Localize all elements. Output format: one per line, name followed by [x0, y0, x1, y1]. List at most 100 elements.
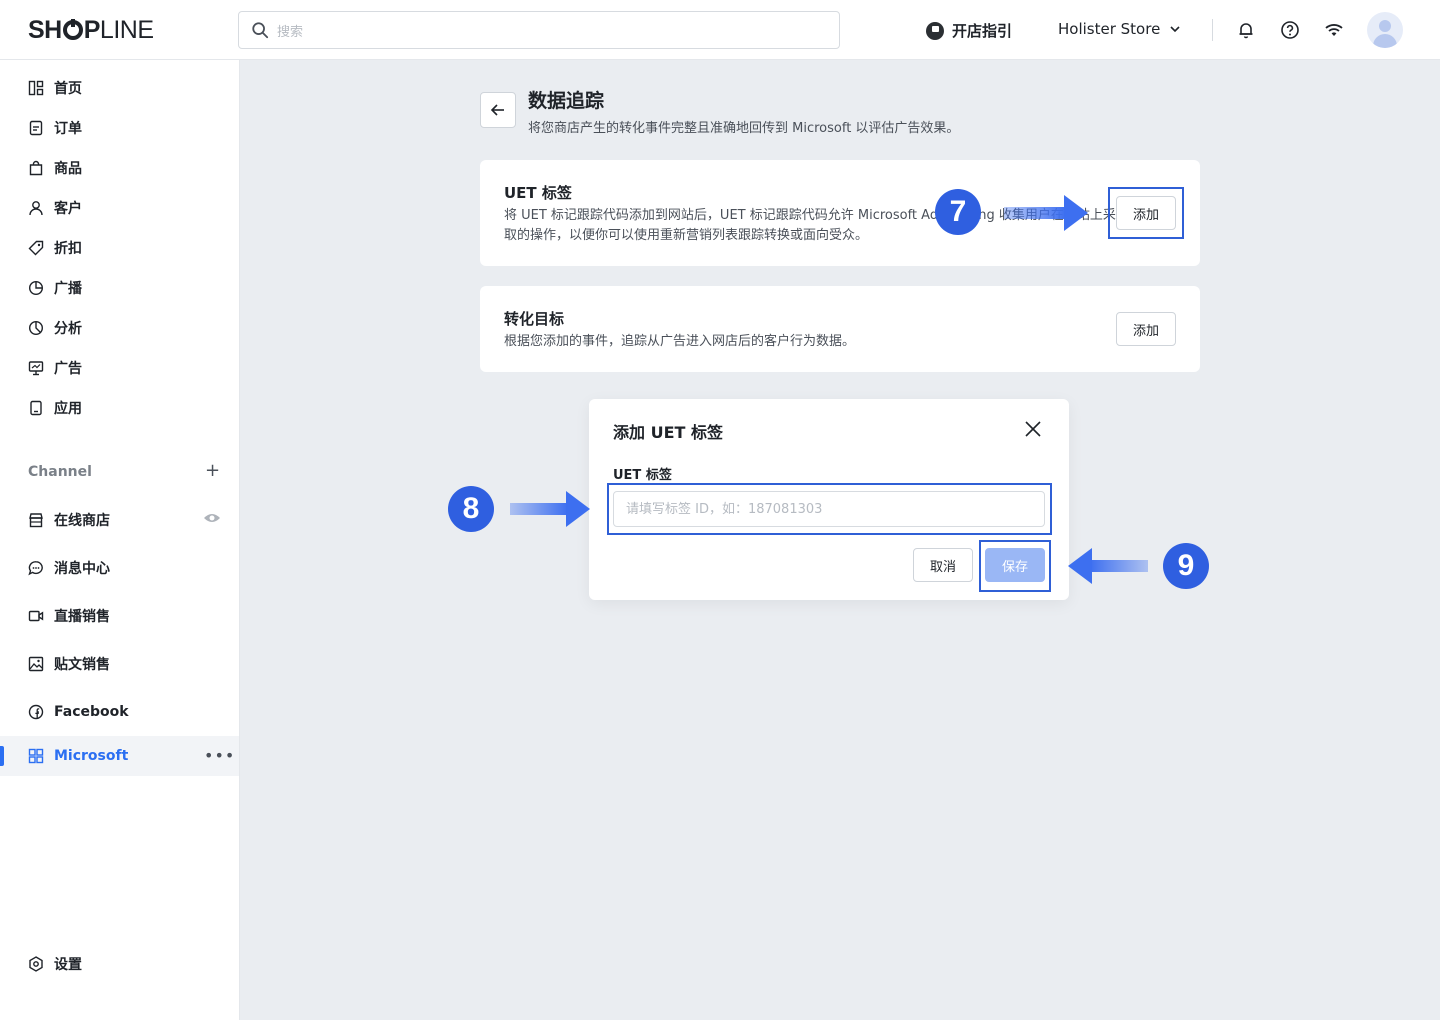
sidebar-item-analytics[interactable]: 分析 [28, 318, 82, 338]
conversion-card-title: 转化目标 [504, 310, 565, 328]
sidebar-item-live-sales[interactable]: 直播销售 [28, 606, 110, 626]
arrow-left-icon [1068, 548, 1148, 584]
sidebar-item-products[interactable]: 商品 [28, 158, 82, 178]
sidebar-item-label: 设置 [54, 957, 82, 973]
sidebar-item-label: 订单 [54, 121, 82, 137]
bag-icon [29, 160, 43, 176]
sidebar-item-label: 广播 [54, 281, 82, 297]
sidebar-item-label: 客户 [54, 201, 82, 217]
sidebar-item-microsoft[interactable]: Microsoft [28, 746, 128, 766]
uet-card-desc-line2: 取的操作，以便你可以使用重新营销列表跟踪转换或面向受众。 [504, 228, 869, 243]
analytics-icon [28, 320, 44, 336]
sidebar-item-facebook[interactable]: Facebook [28, 702, 129, 722]
video-icon [28, 610, 44, 622]
avatar-body [1373, 34, 1397, 48]
apps-icon [30, 400, 42, 416]
sidebar-item-ads[interactable]: 广告 [28, 358, 82, 378]
bell-icon[interactable] [1236, 20, 1256, 40]
arrow-right-icon [1004, 195, 1088, 231]
image-icon [28, 656, 44, 672]
sidebar-item-label: 分析 [54, 321, 82, 337]
order-icon [29, 120, 43, 136]
ads-icon [28, 361, 44, 376]
chevron-down-icon [1170, 26, 1180, 33]
header-divider [1212, 19, 1213, 41]
search-placeholder: 搜索 [277, 24, 304, 40]
home-icon [28, 80, 44, 96]
conversion-card-desc: 根据您添加的事件，追踪从广告进入网店后的客户行为数据。 [504, 334, 856, 349]
page-title: 数据追踪 [528, 90, 605, 112]
sidebar-item-home[interactable]: 首页 [28, 78, 82, 98]
add-channel-icon[interactable]: + [205, 462, 220, 480]
logo-text-3: LINE [99, 15, 154, 44]
store-icon [29, 513, 43, 528]
arrow-right-icon [510, 491, 590, 527]
wifi-icon[interactable] [1324, 20, 1344, 40]
sidebar: 首页 订单 商品 客户 折扣 广播 分析 广告 应用 Channel + 在线商… [0, 60, 240, 1020]
flag-icon [926, 21, 944, 40]
sidebar-item-label: 贴文销售 [54, 657, 110, 673]
highlight-save [979, 540, 1051, 592]
broadcast-icon [28, 280, 44, 296]
user-avatar[interactable] [1367, 12, 1403, 48]
sidebar-item-label: 直播销售 [54, 609, 110, 625]
help-icon[interactable] [1280, 20, 1300, 40]
dialog-title: 添加 UET 标签 [613, 423, 723, 442]
logo-text-2: P [83, 15, 101, 44]
step-marker-8: 8 [448, 486, 494, 532]
sidebar-item-message-center[interactable]: 消息中心 [28, 558, 110, 578]
store-switcher[interactable]: Holister Store [1058, 20, 1182, 38]
store-guide-link[interactable]: 开店指引 [926, 20, 1012, 41]
logo-o-mark [62, 19, 83, 40]
settings-icon [29, 956, 43, 972]
store-name: Holister Store [1058, 20, 1161, 38]
top-header: SH P LINE 搜索 开店指引 Holister Store [0, 0, 1440, 60]
more-options-icon[interactable]: ••• [204, 746, 235, 765]
sidebar-item-customers[interactable]: 客户 [28, 198, 82, 218]
channel-section-title: Channel [28, 464, 92, 480]
active-indicator [0, 746, 4, 766]
microsoft-icon [28, 748, 44, 764]
sidebar-item-label: 消息中心 [54, 561, 110, 577]
highlight-uet-input [607, 483, 1052, 535]
tag-icon [28, 240, 44, 256]
arrow-left-icon [490, 104, 504, 116]
close-icon[interactable] [1023, 419, 1043, 439]
uet-field-label: UET 标签 [613, 468, 672, 483]
avatar-head [1379, 20, 1391, 32]
sidebar-item-broadcast[interactable]: 广播 [28, 278, 82, 298]
page-description: 将您商店产生的转化事件完整且准确地回传到 Microsoft 以评估广告效果。 [528, 121, 960, 136]
sidebar-item-orders[interactable]: 订单 [28, 118, 82, 138]
sidebar-item-settings[interactable]: 设置 [28, 954, 82, 974]
step-marker-9: 9 [1163, 543, 1209, 589]
message-icon [28, 561, 43, 576]
store-guide-label: 开店指引 [952, 22, 1013, 40]
search-icon [252, 22, 269, 39]
cancel-button[interactable]: 取消 [913, 548, 973, 582]
sidebar-item-discounts[interactable]: 折扣 [28, 238, 82, 258]
sidebar-item-label: 首页 [54, 81, 82, 97]
sidebar-item-apps[interactable]: 应用 [28, 398, 82, 418]
uet-card: UET 标签 将 UET 标记跟踪代码添加到网站后，UET 标记跟踪代码允许 M… [480, 160, 1200, 266]
user-icon [29, 201, 43, 216]
sidebar-item-label: 在线商店 [54, 513, 110, 529]
sidebar-item-label: 折扣 [54, 241, 82, 257]
sidebar-item-label: 广告 [54, 361, 82, 377]
sidebar-item-post-sales[interactable]: 贴文销售 [28, 654, 110, 674]
search-bar[interactable]: 搜索 [238, 11, 840, 49]
sidebar-item-label: Microsoft [54, 748, 129, 764]
add-conversion-button[interactable]: 添加 [1116, 312, 1176, 346]
facebook-icon [28, 704, 44, 720]
highlight-add-uet [1108, 187, 1184, 239]
logo-text-1: SH [28, 15, 62, 44]
sidebar-item-online-store[interactable]: 在线商店 [28, 510, 110, 530]
eye-icon[interactable] [203, 512, 221, 524]
step-marker-7: 7 [935, 189, 981, 235]
sidebar-item-label: Facebook [54, 704, 129, 720]
sidebar-item-label: 应用 [54, 401, 82, 417]
conversion-card: 转化目标 根据您添加的事件，追踪从广告进入网店后的客户行为数据。 添加 [480, 286, 1200, 372]
shopline-logo[interactable]: SH P LINE [28, 15, 154, 45]
back-button[interactable] [480, 92, 516, 128]
uet-card-title: UET 标签 [504, 184, 572, 202]
sidebar-item-label: 商品 [54, 161, 82, 177]
